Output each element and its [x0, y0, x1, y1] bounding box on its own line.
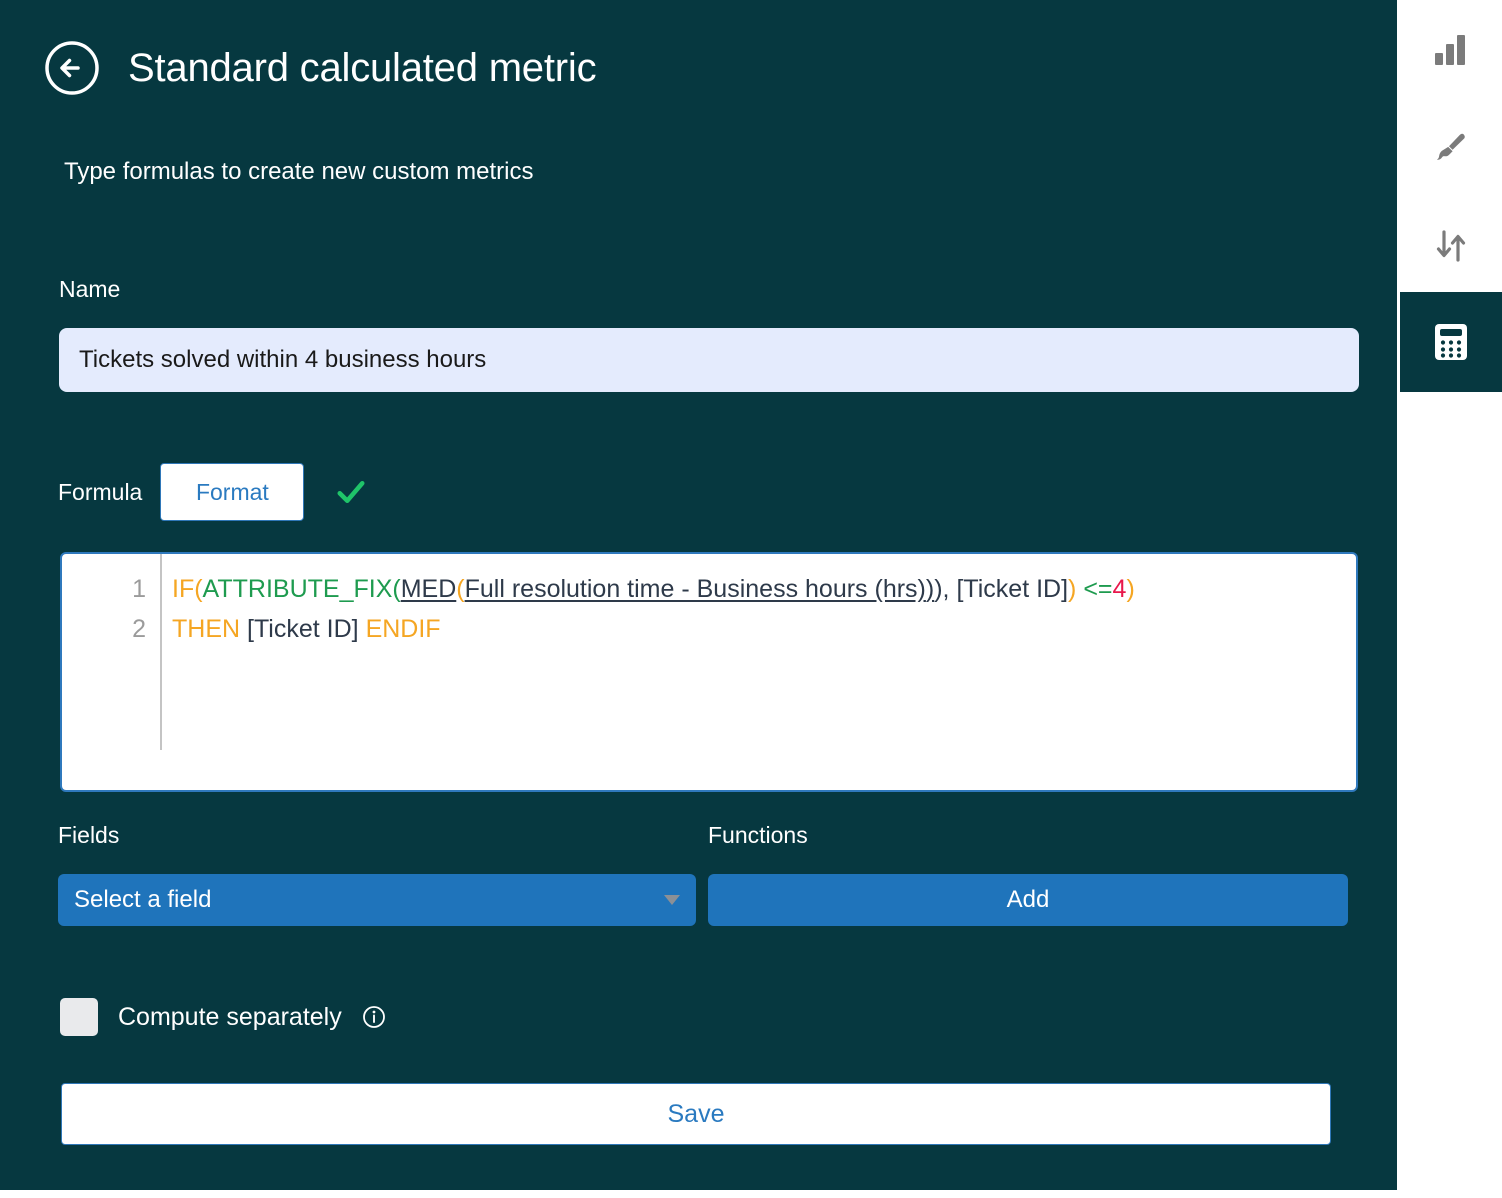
formula-label: Formula	[58, 479, 142, 506]
select-a-field-dropdown[interactable]: Select a field	[58, 874, 696, 926]
formula-token: ,	[943, 575, 957, 603]
formula-token	[359, 615, 366, 643]
metric-editor-panel: Standard calculated metric Type formulas…	[0, 0, 1397, 1190]
formula-token: (	[194, 575, 202, 603]
formula-token: [Ticket ID]	[956, 575, 1068, 603]
header: Standard calculated metric	[44, 40, 596, 96]
paintbrush-icon	[1433, 130, 1469, 166]
calculated-metric-screen: Standard calculated metric Type formulas…	[0, 0, 1502, 1198]
formula-editor[interactable]: 1 2 IF(ATTRIBUTE_FIX(MED(Full resolution…	[60, 552, 1358, 792]
formula-token: [Ticket ID]	[247, 615, 359, 643]
formula-token: Full resolution time - Business hours (h…	[465, 575, 926, 603]
page-subtitle: Type formulas to create new custom metri…	[64, 158, 534, 186]
compute-separately-checkbox[interactable]	[60, 998, 98, 1036]
formula-token: <=	[1083, 575, 1112, 603]
page-title: Standard calculated metric	[128, 48, 596, 88]
line-number: 2	[62, 609, 146, 649]
formula-token: )	[934, 575, 942, 603]
line-number: 1	[62, 569, 146, 609]
line-number-gutter: 1 2	[62, 554, 162, 750]
formula-token: MED	[401, 575, 457, 603]
select-field-value: Select a field	[74, 886, 664, 914]
rail-item-style[interactable]	[1400, 98, 1502, 198]
rail-item-calculated-metric[interactable]	[1400, 292, 1502, 392]
save-button[interactable]: Save	[61, 1083, 1331, 1145]
formula-token: IF	[172, 575, 194, 603]
back-arrow-icon[interactable]	[44, 40, 100, 96]
format-button[interactable]: Format	[160, 463, 304, 521]
functions-label: Functions	[708, 822, 808, 849]
compute-separately-row: Compute separately	[60, 998, 386, 1036]
formula-token: (	[456, 575, 464, 603]
info-circle-icon[interactable]	[362, 1005, 386, 1029]
compute-separately-label: Compute separately	[118, 1003, 342, 1032]
name-label: Name	[59, 276, 120, 303]
formula-token: )	[926, 575, 934, 603]
rail-item-chart[interactable]	[1400, 0, 1502, 100]
rail-item-sort[interactable]	[1400, 196, 1502, 296]
formula-token: THEN	[172, 615, 240, 643]
metric-name-input[interactable]	[59, 328, 1359, 392]
formula-header-row: Formula Format	[58, 463, 366, 521]
formula-token: 4	[1113, 575, 1127, 603]
right-toolbar	[1400, 0, 1502, 1198]
sort-arrows-icon	[1434, 229, 1468, 263]
formula-token: ATTRIBUTE_FIX	[203, 575, 393, 603]
calculator-icon	[1434, 323, 1468, 361]
formula-token	[240, 615, 247, 643]
formula-code-text[interactable]: IF(ATTRIBUTE_FIX(MED(Full resolution tim…	[162, 554, 1356, 790]
formula-token: )	[1126, 575, 1134, 603]
formula-token: ENDIF	[366, 615, 441, 643]
formula-token: (	[392, 575, 400, 603]
checkmark-icon	[336, 477, 366, 507]
chevron-down-icon	[664, 895, 680, 905]
add-function-button[interactable]: Add	[708, 874, 1348, 926]
bar-chart-icon	[1434, 34, 1468, 66]
fields-label: Fields	[58, 822, 119, 849]
